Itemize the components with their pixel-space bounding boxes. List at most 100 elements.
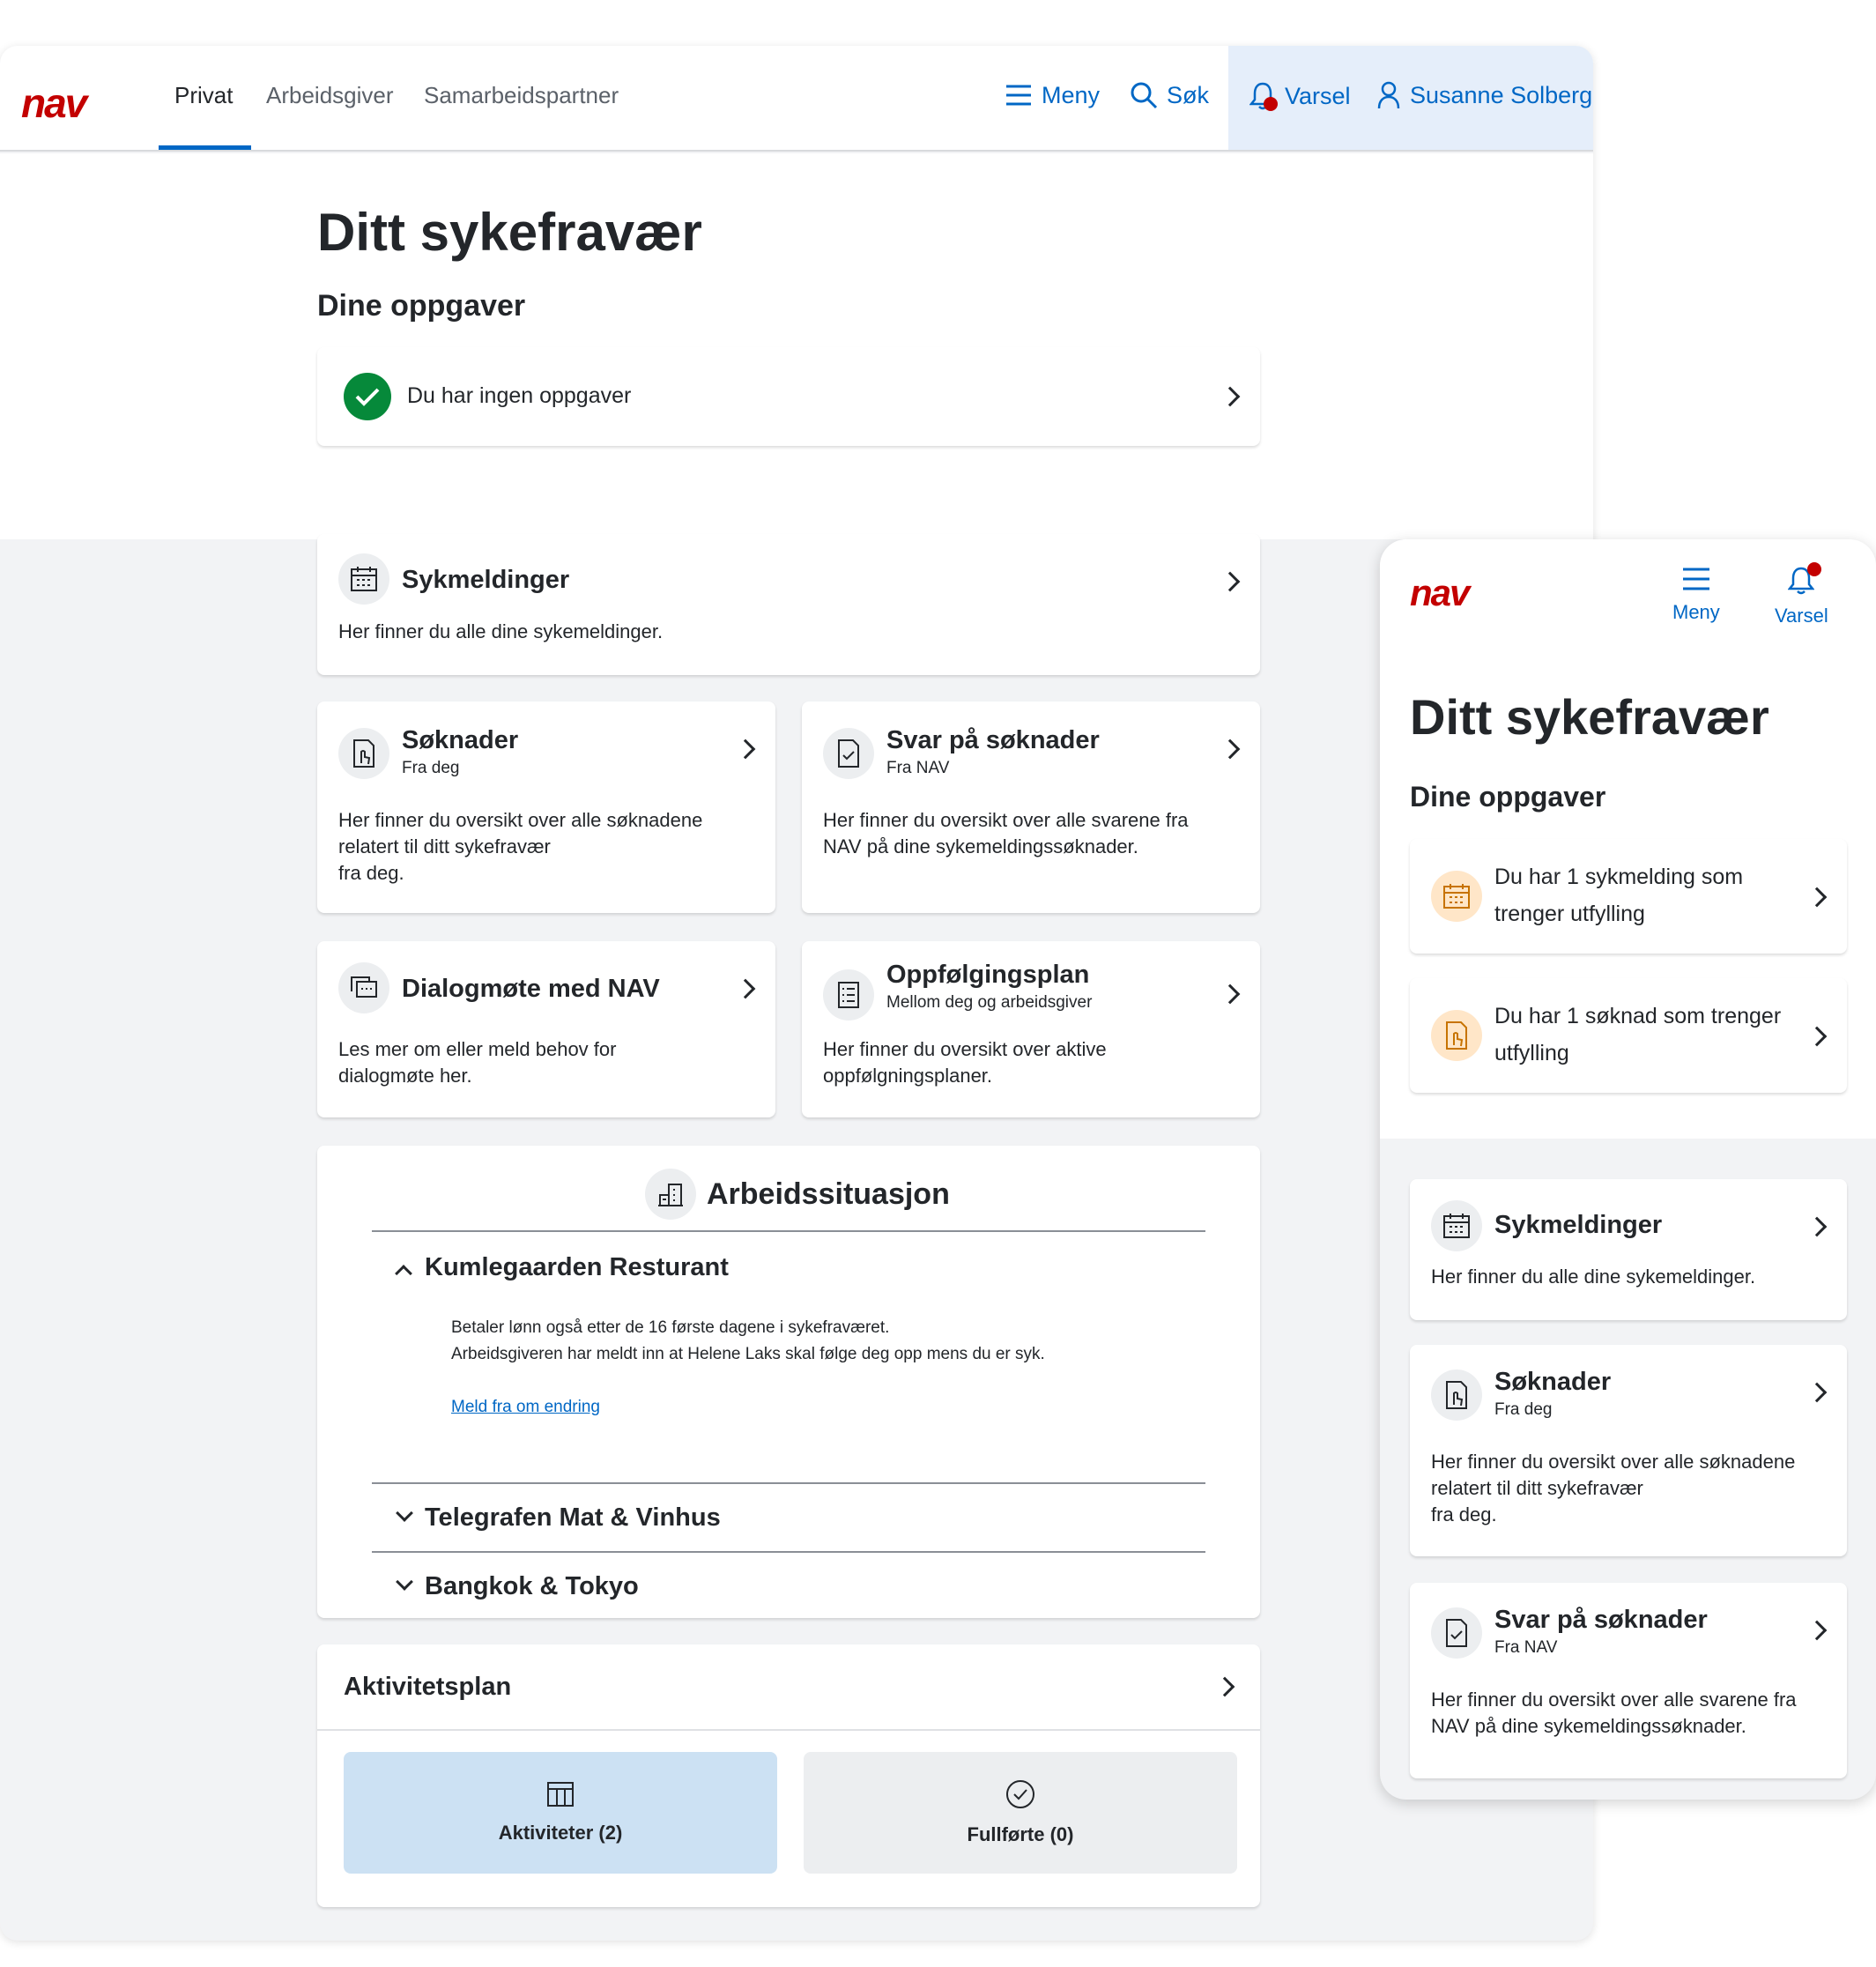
card-title: Sykmeldinger [1494, 1211, 1663, 1239]
menu-label: Meny [1042, 82, 1101, 108]
completed-button[interactable]: Fullførte (0) [804, 1752, 1237, 1874]
chevron-right-icon [1214, 1676, 1235, 1697]
search-button[interactable]: Søk [1130, 81, 1209, 109]
calendar-icon [1431, 871, 1482, 922]
task-text-line: utfylling [1494, 1041, 1569, 1065]
chevron-down-icon [396, 1573, 413, 1591]
chat-icon [338, 962, 389, 1013]
no-tasks-card[interactable]: Du har ingen oppgaver [317, 347, 1260, 446]
chevron-right-icon [1806, 1026, 1828, 1047]
employer-detail-line: Arbeidsgiveren har meldt inn at Helene L… [451, 1345, 1045, 1363]
card-title: Søknader [1494, 1368, 1612, 1396]
chevron-right-icon [1220, 739, 1241, 760]
no-tasks-text: Du har ingen oppgaver [407, 383, 632, 408]
notifications-label: Varsel [1285, 83, 1351, 109]
card-text: Her finner du alle dine sykemeldinger. [338, 620, 664, 642]
employer-detail-line: Betaler lønn også etter de 16 første dag… [451, 1318, 890, 1337]
checkmark-icon [344, 373, 391, 420]
nav-logo[interactable]: nav [21, 83, 87, 123]
employer-name: Bangkok & Tokyo [425, 1572, 639, 1600]
chevron-right-icon [1806, 1382, 1828, 1403]
card-text-line: NAV på dine sykemeldingssøknader. [823, 835, 1138, 857]
bell-icon [1787, 562, 1822, 601]
card-text-line: oppfølgningsplaner. [823, 1065, 993, 1087]
divider [317, 1729, 1260, 1731]
sykmeldinger-card[interactable]: Sykmeldinger Her finner du alle dine syk… [1410, 1179, 1847, 1320]
top-section [0, 153, 1593, 539]
chevron-up-icon [395, 1265, 412, 1282]
aktivitetsplan-header[interactable]: Aktivitetsplan [317, 1644, 1260, 1729]
menu-button[interactable]: Meny [1672, 566, 1720, 624]
tab-samarbeidspartner[interactable]: Samarbeidspartner [424, 81, 619, 109]
soknader-card[interactable]: Søknader Fra deg Her finner du oversikt … [317, 701, 775, 913]
tab-arbeidsgiver[interactable]: Arbeidsgiver [266, 81, 394, 109]
card-text-line: Her finner du oversikt over alle svarene… [1431, 1689, 1797, 1711]
employer-accordion-3[interactable]: Bangkok & Tokyo [372, 1555, 1205, 1616]
card-text-line: fra deg. [338, 862, 404, 884]
menu-button[interactable]: Meny [1005, 81, 1100, 109]
table-icon [546, 1781, 575, 1813]
card-text-line: Her finner du oversikt over alle svarene… [823, 809, 1189, 831]
chevron-right-icon [1220, 984, 1241, 1005]
document-check-icon [1431, 1607, 1482, 1659]
check-circle-icon [1005, 1779, 1035, 1815]
tasks-heading: Dine oppgaver [1410, 781, 1606, 813]
calendar-icon [1431, 1200, 1482, 1251]
user-button[interactable]: Susanne Solberg [1376, 81, 1592, 109]
aktivitetsplan-card: Aktivitetsplan Aktiviteter (2) Fullførte… [317, 1644, 1260, 1907]
document-touch-icon [338, 728, 389, 779]
card-text-line: Her finner du oversikt over aktive [823, 1038, 1107, 1060]
notification-dot [1807, 562, 1822, 576]
user-name: Susanne Solberg [1410, 82, 1593, 108]
sykmeldinger-card[interactable]: Sykmeldinger Her finner du alle dine syk… [317, 534, 1260, 675]
employer-accordion-2[interactable]: Telegrafen Mat & Vinhus [372, 1486, 1205, 1551]
card-subtitle: Fra NAV [886, 759, 950, 777]
card-subtitle: Mellom deg og arbeidsgiver [886, 993, 1093, 1012]
employer-name: Telegrafen Mat & Vinhus [425, 1503, 721, 1532]
chevron-right-icon [1806, 1620, 1828, 1641]
bell-icon [1249, 81, 1278, 111]
svar-soknader-card[interactable]: Svar på søknader Fra NAV Her finner du o… [1410, 1583, 1847, 1778]
page-title: Ditt sykefravær [1410, 689, 1769, 745]
user-icon [1376, 81, 1401, 109]
card-subtitle: Fra deg [402, 759, 460, 777]
svar-soknader-card[interactable]: Svar på søknader Fra NAV Her finner du o… [802, 701, 1260, 913]
document-check-icon [823, 728, 874, 779]
building-icon [645, 1169, 696, 1220]
activities-label: Aktiviteter (2) [498, 1822, 623, 1844]
document-touch-icon [1431, 1010, 1482, 1061]
oppfolgingsplan-card[interactable]: Oppfølgingsplan Mellom deg og arbeidsgiv… [802, 941, 1260, 1117]
card-text-line: relatert til ditt sykefravær [338, 835, 551, 857]
notifications-button[interactable]: Varsel [1775, 562, 1828, 627]
dialogmote-card[interactable]: Dialogmøte med NAV Les mer om eller meld… [317, 941, 775, 1117]
card-title: Sykmeldinger [402, 566, 570, 594]
site-header: nav Privat Arbeidsgiver Samarbeidspartne… [0, 46, 1593, 152]
hamburger-icon [1681, 566, 1711, 598]
divider [372, 1551, 1205, 1553]
chevron-down-icon [396, 1504, 413, 1522]
card-title: Aktivitetsplan [344, 1673, 512, 1701]
card-title: Oppfølgingsplan [886, 961, 1090, 989]
tab-privat[interactable]: Privat [174, 81, 233, 109]
divider [372, 1230, 1205, 1232]
page-title: Ditt sykefravær [317, 203, 702, 262]
card-text-line: Her finner du oversikt over alle søknade… [338, 809, 703, 831]
card-text-line: Les mer om eller meld behov for [338, 1038, 617, 1060]
employer-accordion-1[interactable]: Kumlegaarden Resturant [372, 1237, 1205, 1294]
card-title: Svar på søknader [1494, 1606, 1708, 1634]
chevron-right-icon [735, 978, 756, 999]
task-text-line: Du har 1 sykmelding som [1494, 865, 1744, 889]
soknader-card[interactable]: Søknader Fra deg Her finner du oversikt … [1410, 1345, 1847, 1556]
card-text-line: NAV på dine sykemeldingssøknader. [1431, 1715, 1746, 1737]
change-link[interactable]: Meld fra om endring [451, 1396, 600, 1419]
employer-name: Kumlegaarden Resturant [425, 1253, 729, 1281]
notifications-button[interactable]: Varsel [1249, 81, 1351, 111]
nav-logo[interactable]: nav [1410, 575, 1470, 612]
task-card-sykmelding[interactable]: Du har 1 sykmelding som trenger utfyllin… [1410, 839, 1847, 954]
task-card-soknad[interactable]: Du har 1 søknad som trenger utfylling [1410, 978, 1847, 1093]
activities-button[interactable]: Aktiviteter (2) [344, 1752, 777, 1874]
card-text-line: fra deg. [1431, 1503, 1497, 1525]
chevron-right-icon [1806, 887, 1828, 908]
card-text: Her finner du alle dine sykemeldinger. [1431, 1266, 1756, 1288]
card-title: Svar på søknader [886, 726, 1100, 754]
